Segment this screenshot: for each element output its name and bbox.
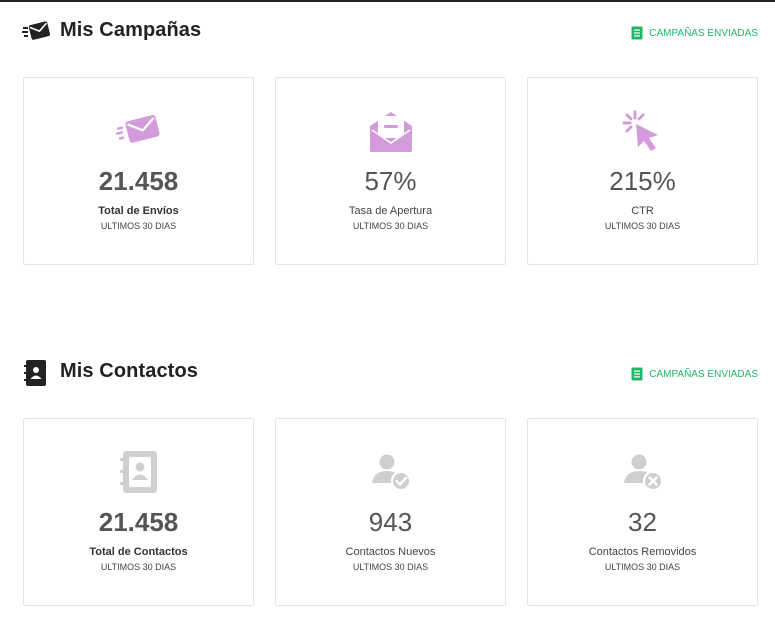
top-border: [0, 0, 775, 2]
contacts-header: Mis Contactos CAMPAÑAS ENVIADAS: [22, 357, 758, 387]
total-sends-value: 21.458: [98, 166, 179, 196]
ctr-period: ULTIMOS 30 DIAS: [604, 221, 681, 231]
open-rate-period: ULTIMOS 30 DIAS: [352, 221, 429, 231]
campaigns-sent-link-label: CAMPAÑAS ENVIADAS: [649, 27, 758, 39]
removed-contacts-period: ULTIMOS 30 DIAS: [604, 562, 681, 572]
contacts-sent-link[interactable]: CAMPAÑAS ENVIADAS: [631, 367, 758, 381]
campaigns-title: Mis Campañas: [60, 19, 202, 41]
contacts-book-icon: [22, 360, 52, 386]
card-open-rate: 57% Tasa de Apertura ULTIMOS 30 DIAS: [275, 77, 506, 265]
new-contacts-period: ULTIMOS 30 DIAS: [352, 562, 429, 572]
user-remove-icon: [618, 449, 668, 495]
total-contacts-period: ULTIMOS 30 DIAS: [100, 562, 177, 572]
total-sends-label: Total de Envíos: [98, 205, 179, 217]
ctr-label: CTR: [631, 205, 654, 217]
campaigns-envelope-icon: [22, 19, 52, 45]
card-total-sends: 21.458 Total de Envíos ULTIMOS 30 DIAS: [23, 77, 254, 265]
total-contacts-label: Total de Contactos: [89, 546, 188, 558]
removed-contacts-value: 32: [628, 507, 657, 537]
total-sends-period: ULTIMOS 30 DIAS: [100, 221, 177, 231]
card-removed-contacts: 32 Contactos Removidos ULTIMOS 30 DIAS: [527, 418, 758, 606]
sent-envelope-icon: [114, 108, 164, 154]
removed-contacts-label: Contactos Removidos: [588, 546, 697, 558]
open-rate-label: Tasa de Apertura: [348, 205, 433, 217]
card-new-contacts: 943 Contactos Nuevos ULTIMOS 30 DIAS: [275, 418, 506, 606]
ctr-value: 215%: [609, 166, 676, 196]
open-rate-value: 57%: [364, 166, 417, 196]
open-envelope-icon: [366, 108, 416, 154]
card-ctr: 215% CTR ULTIMOS 30 DIAS: [527, 77, 758, 265]
contacts-title: Mis Contactos: [60, 360, 198, 382]
new-contacts-label: Contactos Nuevos: [345, 546, 436, 558]
document-list-icon: [631, 367, 643, 381]
address-book-icon: [114, 449, 164, 495]
campaigns-sent-link[interactable]: CAMPAÑAS ENVIADAS: [631, 26, 758, 40]
user-check-icon: [366, 449, 416, 495]
contacts-sent-link-label: CAMPAÑAS ENVIADAS: [649, 368, 758, 380]
campaigns-header: Mis Campañas CAMPAÑAS ENVIADAS: [22, 16, 758, 46]
document-list-icon: [631, 26, 643, 40]
click-cursor-icon: [618, 108, 668, 154]
new-contacts-value: 943: [368, 507, 413, 537]
card-total-contacts: 21.458 Total de Contactos ULTIMOS 30 DIA…: [23, 418, 254, 606]
total-contacts-value: 21.458: [98, 507, 179, 537]
